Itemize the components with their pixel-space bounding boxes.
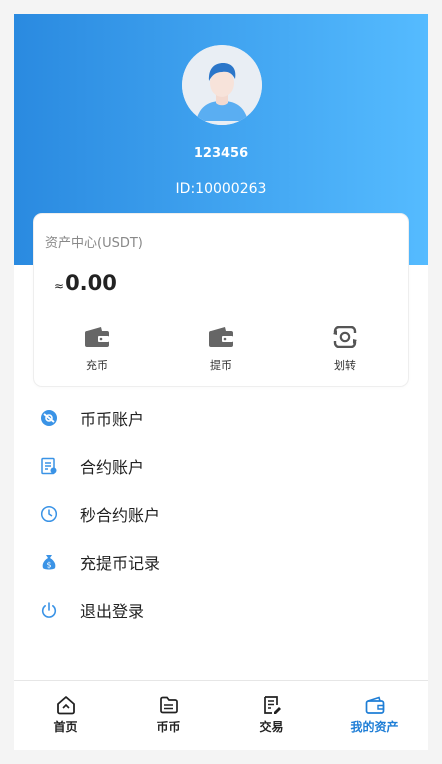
transfer-label: 划转 <box>334 359 356 372</box>
menu-label: 合约账户 <box>80 458 145 477</box>
menu-item-seconds-contract-account[interactable]: 秒合约账户 <box>14 494 428 534</box>
balance-amount: 0.00 <box>65 271 117 295</box>
bottom-tab-bar: 首页 币币 交易 我的资产 <box>14 680 428 750</box>
svg-text:$: $ <box>46 561 51 570</box>
withdraw-button[interactable]: 提币 <box>181 326 261 373</box>
home-icon <box>56 696 75 715</box>
deposit-label: 充币 <box>86 359 108 372</box>
tab-label: 币币 <box>156 720 181 734</box>
menu-label: 秒合约账户 <box>80 506 161 525</box>
deposit-button[interactable]: 充币 <box>57 326 137 373</box>
money-bag-icon: $ <box>42 555 56 570</box>
document-icon <box>263 696 281 714</box>
avatar[interactable] <box>182 45 262 125</box>
tab-spot[interactable]: 币币 <box>117 681 220 750</box>
tab-label: 首页 <box>53 720 78 734</box>
asset-card-title: 资产中心(USDT) <box>45 236 143 251</box>
username: 123456 <box>193 146 249 161</box>
transfer-icon <box>332 326 358 348</box>
user-avatar-icon <box>182 45 262 125</box>
tab-home[interactable]: 首页 <box>14 681 117 750</box>
wallet-icon <box>209 327 233 347</box>
menu-label: 退出登录 <box>80 602 145 621</box>
spot-account-icon <box>41 410 57 426</box>
tab-label: 我的资产 <box>350 720 399 734</box>
balance: ≈ 0.00 <box>54 271 117 295</box>
menu-label: 币币账户 <box>80 410 145 429</box>
tab-label: 交易 <box>259 720 284 734</box>
wallet-icon <box>365 696 384 714</box>
app-screen: 123456 ID:10000263 资产中心(USDT) ≈ 0.00 充币 <box>14 14 428 750</box>
wallet-icon <box>85 327 109 347</box>
menu-item-logout[interactable]: 退出登录 <box>14 590 428 630</box>
menu-item-deposit-withdraw-records[interactable]: $ 充提币记录 <box>14 542 428 582</box>
contract-account-icon <box>41 457 57 475</box>
menu-label: 充提币记录 <box>80 554 161 573</box>
folder-icon <box>159 696 178 714</box>
user-id: ID:10000263 <box>175 181 267 197</box>
approx-symbol: ≈ <box>54 279 65 293</box>
withdraw-label: 提币 <box>210 359 232 372</box>
menu-item-contract-account[interactable]: 合约账户 <box>14 446 428 486</box>
menu-item-spot-account[interactable]: 币币账户 <box>14 398 428 438</box>
tab-my-assets[interactable]: 我的资产 <box>323 681 426 750</box>
asset-card: 资产中心(USDT) ≈ 0.00 充币 提币 划转 <box>34 214 408 386</box>
asset-actions: 充币 提币 划转 <box>34 326 408 376</box>
clock-icon <box>40 505 58 523</box>
tab-trade[interactable]: 交易 <box>220 681 323 750</box>
transfer-button[interactable]: 划转 <box>305 326 385 373</box>
power-icon <box>41 602 57 618</box>
